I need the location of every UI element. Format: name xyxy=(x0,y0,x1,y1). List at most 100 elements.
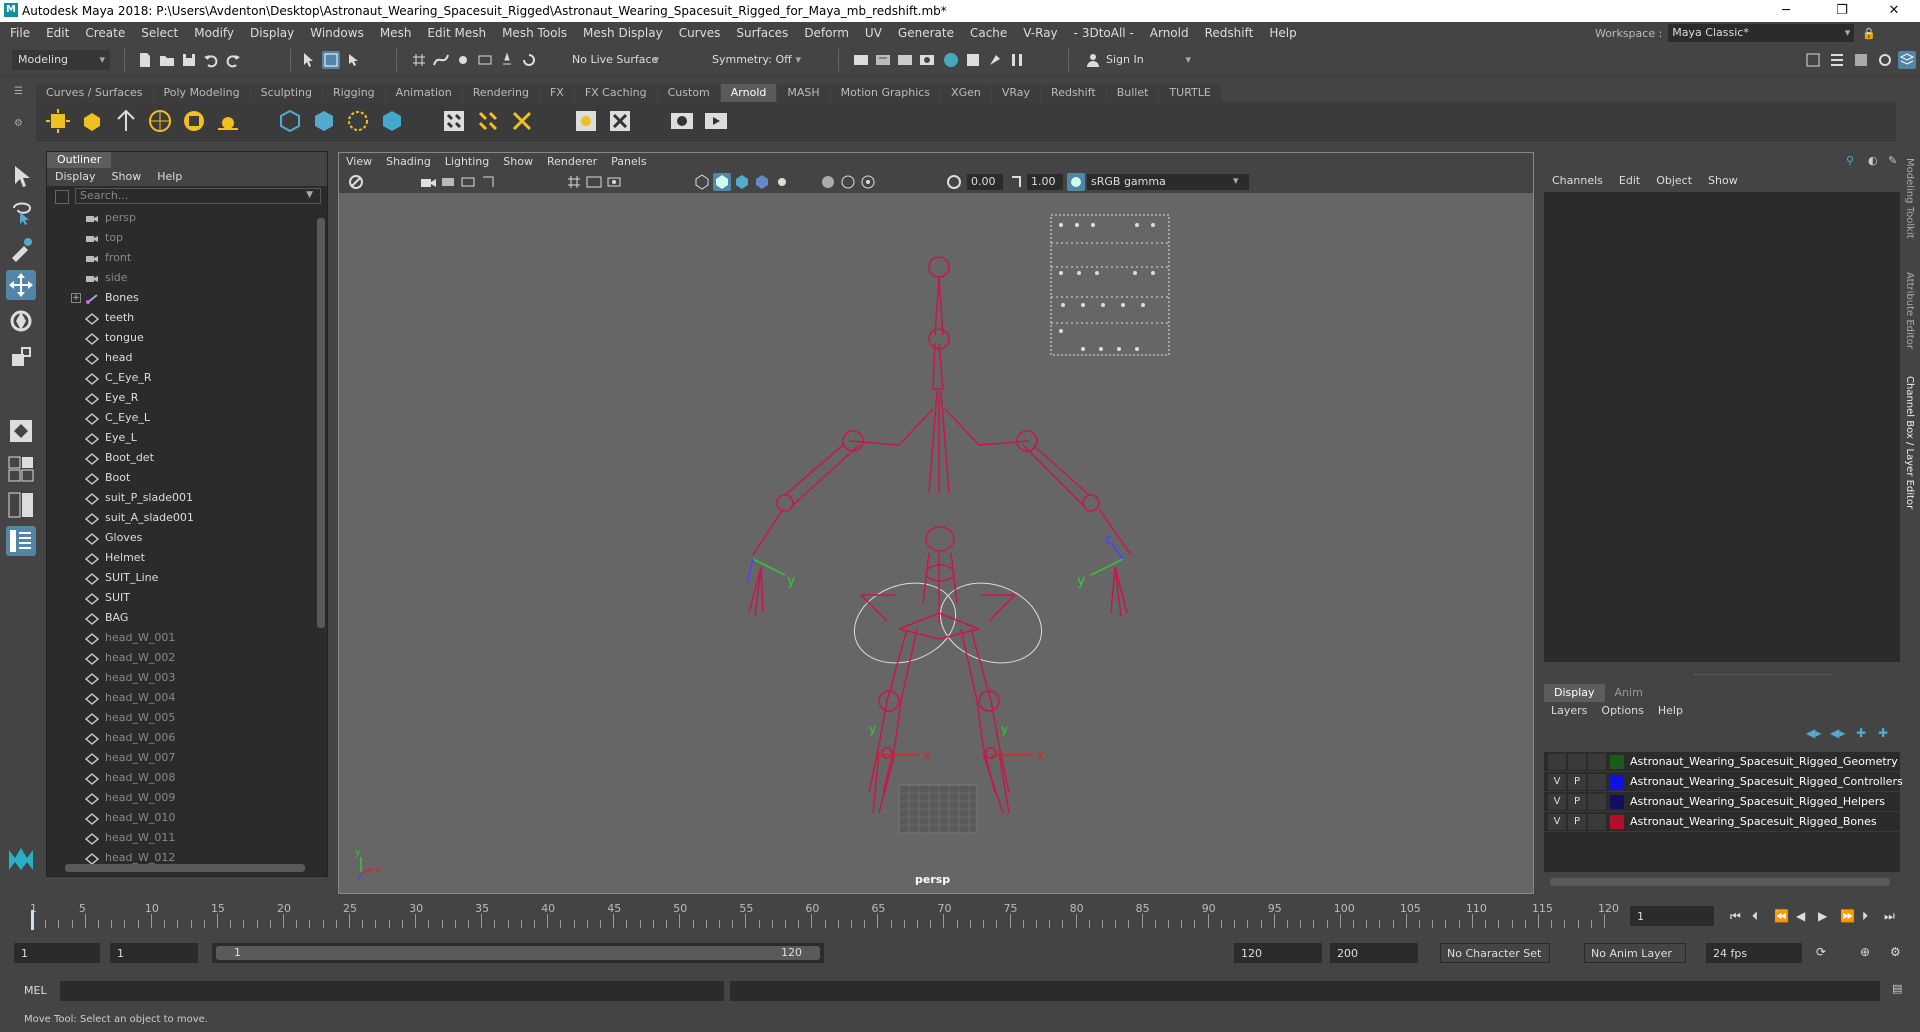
new-layer-icon[interactable]: ✚ xyxy=(1856,726,1866,740)
viewport-menu-item[interactable]: Show xyxy=(496,153,540,171)
menu-item[interactable]: Generate xyxy=(890,22,962,44)
outliner-search-input[interactable]: Search... xyxy=(75,188,321,204)
textured-icon[interactable] xyxy=(753,173,771,191)
splitter-handle[interactable] xyxy=(1694,674,1834,678)
outliner-item[interactable]: Eye_R xyxy=(47,388,317,408)
outliner-item[interactable]: + Bones xyxy=(47,288,317,308)
fps-dropdown[interactable]: 24 fps xyxy=(1706,943,1802,963)
outliner-item[interactable]: side xyxy=(47,268,317,288)
shelf-tab[interactable]: Custom xyxy=(657,84,720,102)
shelf-tab[interactable]: Poly Modeling xyxy=(153,84,250,102)
layer-playback-toggle[interactable]: P xyxy=(1568,774,1586,790)
layer-visibility-toggle[interactable]: V xyxy=(1548,774,1566,790)
menu-item[interactable]: Help xyxy=(1261,22,1304,44)
outliner-item[interactable]: head_W_003 xyxy=(47,668,317,688)
arnold-render-view-icon[interactable] xyxy=(668,107,696,135)
outliner-item[interactable]: suit_P_slade001 xyxy=(47,488,317,508)
loop-icon[interactable]: ⟳ xyxy=(1816,945,1826,959)
outliner-item[interactable]: head_W_004 xyxy=(47,688,317,708)
outliner-item[interactable]: top xyxy=(47,228,317,248)
snap-curve-icon[interactable] xyxy=(432,51,450,69)
outliner-horizontal-scrollbar[interactable] xyxy=(65,864,305,872)
undo-icon[interactable] xyxy=(202,51,220,69)
shelf-menu-icon[interactable]: ☰ xyxy=(14,86,28,100)
menu-item[interactable]: Curves xyxy=(671,22,729,44)
lasso-tool-icon[interactable] xyxy=(6,198,36,228)
exposure-field[interactable]: 0.00 xyxy=(967,174,1003,190)
snap-live-icon[interactable] xyxy=(498,51,516,69)
outliner-layout-icon[interactable] xyxy=(6,526,36,556)
layer-display-type[interactable] xyxy=(1588,794,1606,810)
layer-playback-toggle[interactable]: P xyxy=(1568,814,1586,830)
outliner-item[interactable]: head_W_010 xyxy=(47,808,317,828)
new-scene-icon[interactable] xyxy=(136,51,154,69)
range-slider[interactable]: 1 120 xyxy=(212,943,824,963)
four-view-layout-icon[interactable] xyxy=(6,454,36,484)
chevron-down-icon[interactable]: ▾ xyxy=(1233,174,1239,187)
menuset-dropdown[interactable]: Modeling xyxy=(12,50,110,70)
wireframe-on-shaded-icon[interactable] xyxy=(733,173,751,191)
step-forward-icon[interactable]: ⏵ xyxy=(1862,909,1868,924)
time-slider[interactable]: 1 5 10 15 20 25 30 35 40 45 50 55 60 65 70 75 80 85 90 95 10… xyxy=(16,902,1620,932)
menu-item[interactable]: Display xyxy=(242,22,302,44)
shelf-tab[interactable]: FX xyxy=(539,84,574,102)
outliner-item[interactable]: SUIT_Line xyxy=(47,568,317,588)
outliner-item[interactable]: C_Eye_L xyxy=(47,408,317,428)
outliner-item[interactable]: Gloves xyxy=(47,528,317,548)
hypershade-icon[interactable] xyxy=(942,51,960,69)
paint-select-tool-icon[interactable] xyxy=(6,234,36,264)
camera-attributes-icon[interactable] xyxy=(419,173,437,191)
close-button[interactable]: ✕ xyxy=(1872,0,1916,22)
current-time-indicator[interactable] xyxy=(31,910,34,930)
select-hierarchy-icon[interactable] xyxy=(300,51,318,69)
arnold-render-icon[interactable] xyxy=(702,107,730,135)
layer-editor-menu-item[interactable]: Layers xyxy=(1544,702,1594,720)
outliner-menu-item[interactable]: Show xyxy=(104,168,150,186)
arnold-physical-sky-icon[interactable] xyxy=(214,107,242,135)
menu-item[interactable]: File xyxy=(2,22,38,44)
move-layer-down-icon[interactable]: ◀▸ xyxy=(1830,726,1845,740)
shelf-tab[interactable]: Motion Graphics xyxy=(830,84,941,102)
move-tool-icon[interactable] xyxy=(6,270,36,300)
persp-outliner-layout-icon[interactable] xyxy=(6,490,36,520)
viewport-menu-item[interactable]: Panels xyxy=(604,153,653,171)
layer-editor-tab[interactable]: Anim xyxy=(1605,684,1653,702)
symmetry-dropdown[interactable]: Symmetry: Off xyxy=(706,50,806,70)
outliner-item[interactable]: head_W_002 xyxy=(47,648,317,668)
bookmarks-icon[interactable] xyxy=(439,173,457,191)
shelf-tab[interactable]: Arnold xyxy=(720,84,777,102)
viewport-menu-item[interactable]: View xyxy=(339,153,379,171)
arnold-photometric-light-icon[interactable] xyxy=(112,107,140,135)
script-editor-icon[interactable]: ▤ xyxy=(1892,982,1902,995)
outliner-item[interactable]: front xyxy=(47,248,317,268)
outliner-item[interactable]: head_W_007 xyxy=(47,748,317,768)
layer-editor-tab[interactable]: Display xyxy=(1544,684,1605,702)
shelf-tab[interactable]: Rendering xyxy=(462,84,539,102)
outliner-item[interactable]: BAG xyxy=(47,608,317,628)
pause-icon[interactable] xyxy=(1008,51,1026,69)
shelf-tab[interactable]: Redshift xyxy=(1041,84,1106,102)
anim-layer-dropdown[interactable]: No Anim Layer xyxy=(1584,943,1686,963)
maximize-button[interactable]: ❐ xyxy=(1820,0,1864,22)
layer-editor-menu-item[interactable]: Options xyxy=(1594,702,1650,720)
shelf-tab[interactable]: Animation xyxy=(385,84,462,102)
new-layer-selected-icon[interactable]: ✚ xyxy=(1878,726,1888,740)
outliner-item[interactable]: Boot_det xyxy=(47,448,317,468)
menu-item[interactable]: - 3DtoAll - xyxy=(1066,22,1142,44)
arnold-flush-cache-icon[interactable] xyxy=(440,107,468,135)
anim-start-field[interactable]: 1 xyxy=(14,943,100,963)
select-object-icon[interactable] xyxy=(322,51,340,69)
outliner-menu-item[interactable]: Help xyxy=(149,168,190,186)
resolution-gate-icon[interactable] xyxy=(605,173,623,191)
minimize-button[interactable]: ─ xyxy=(1764,0,1808,22)
snap-point-icon[interactable] xyxy=(454,51,472,69)
shelf-tab[interactable]: VRay xyxy=(991,84,1041,102)
filter-icon[interactable] xyxy=(55,190,69,204)
redshift-icon[interactable] xyxy=(986,51,1004,69)
outliner-item[interactable]: SUIT xyxy=(47,588,317,608)
mel-label[interactable]: MEL xyxy=(24,984,47,997)
menu-item[interactable]: Edit Mesh xyxy=(419,22,494,44)
layer-display-type[interactable] xyxy=(1588,774,1606,790)
menu-item[interactable]: Mesh Display xyxy=(575,22,671,44)
tool-settings-small-icon[interactable]: ✎ xyxy=(1888,154,1897,167)
